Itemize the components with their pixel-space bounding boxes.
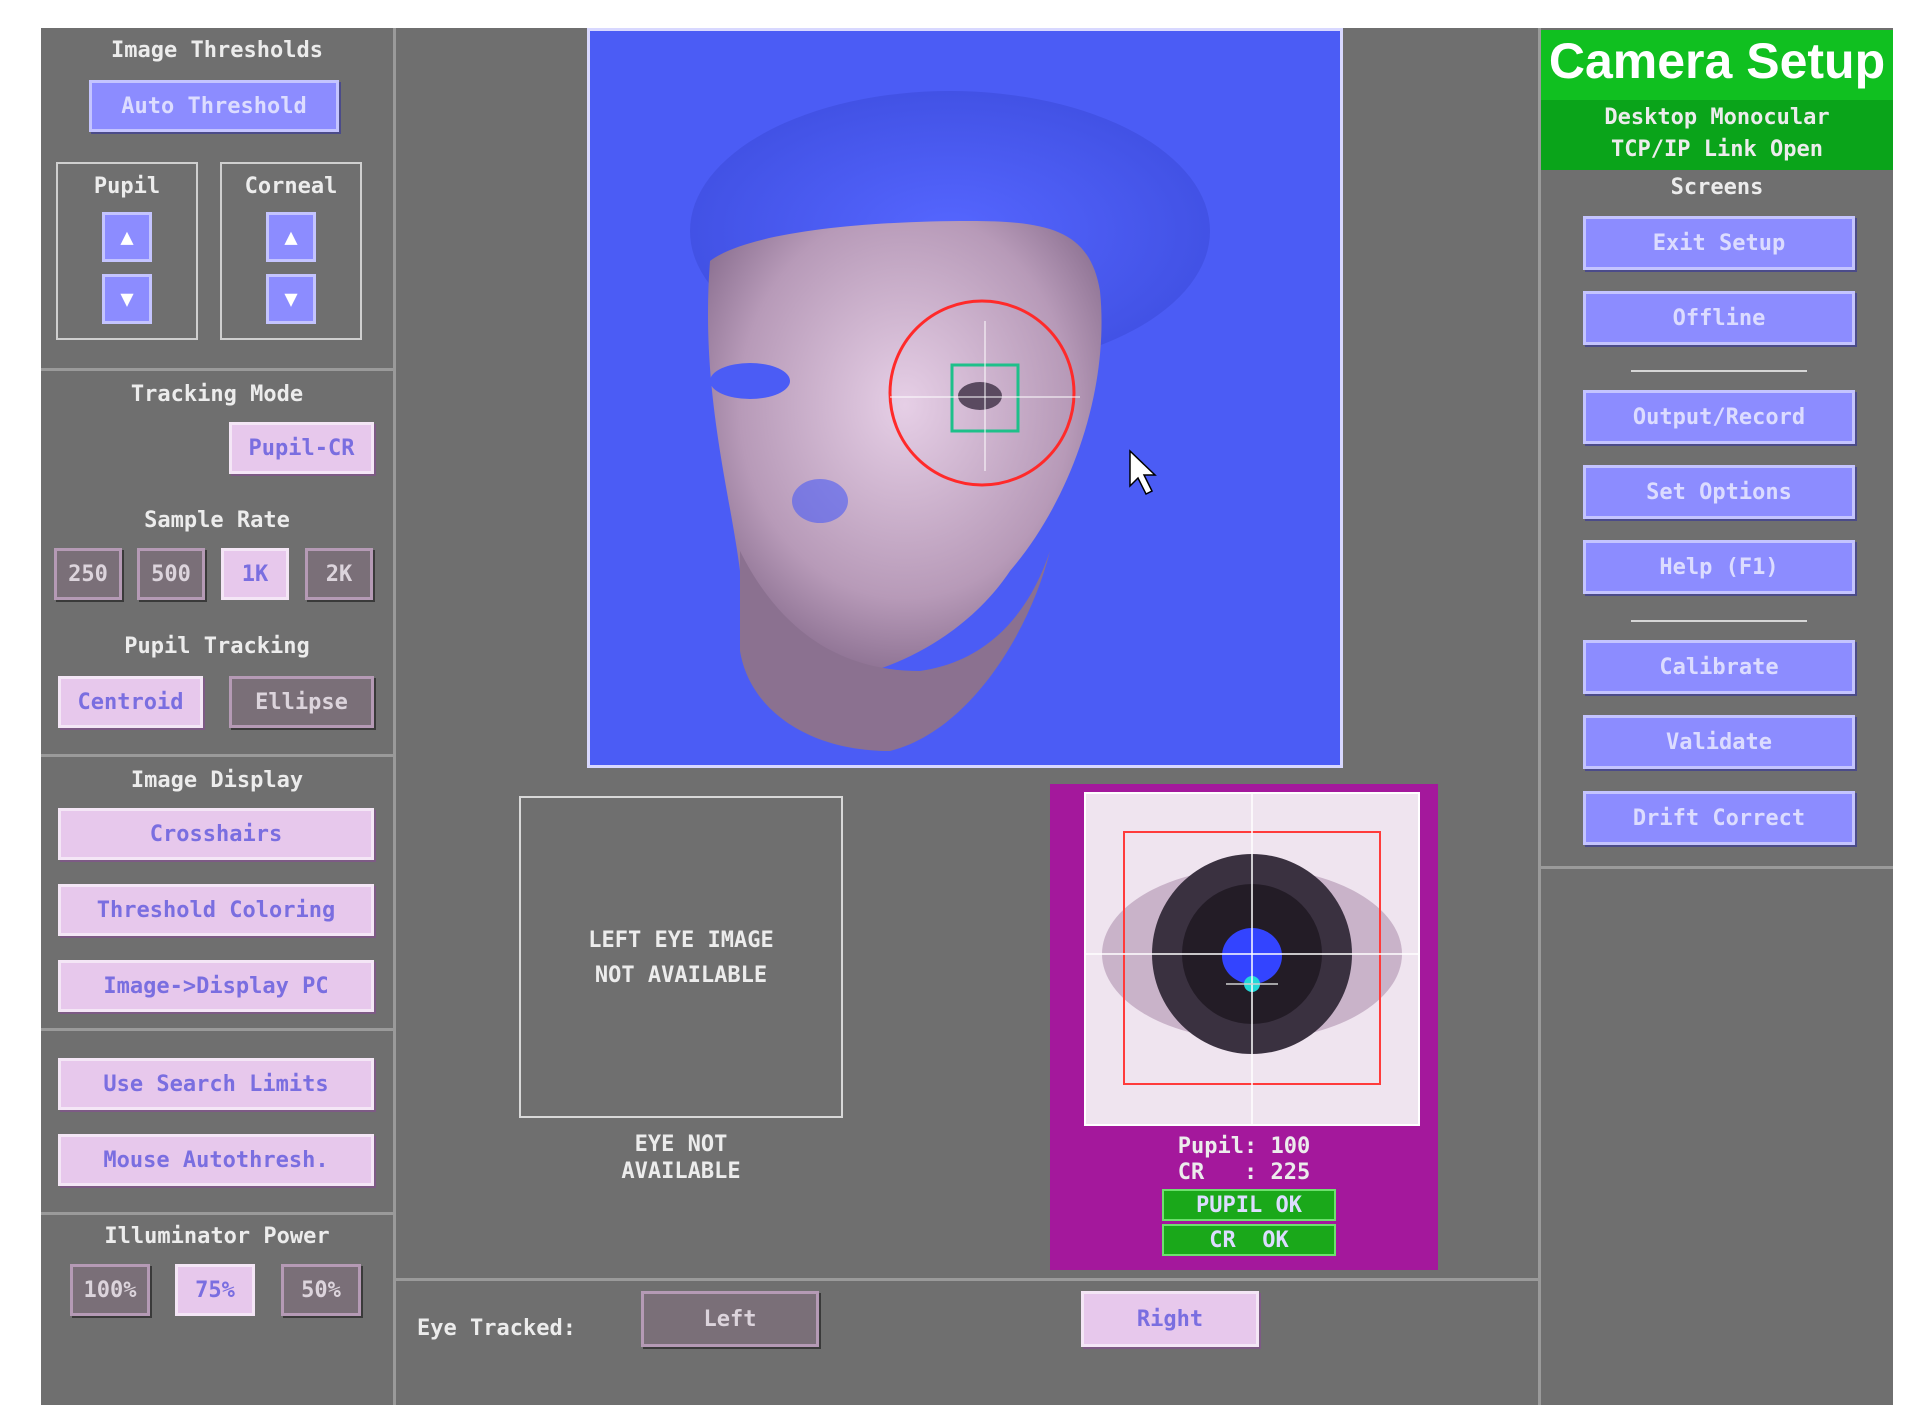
left-separator-1 — [41, 368, 393, 371]
arrow-up-icon: ▲ — [284, 224, 298, 250]
sample-rate-1k[interactable]: 1K — [221, 548, 289, 600]
screens-separator-2 — [1631, 620, 1807, 622]
tracking-mode-title: Tracking Mode — [130, 382, 304, 407]
camera-setup-header: Camera Setup Desktop Monocular TCP/IP Li… — [1541, 30, 1893, 170]
left-separator-3 — [41, 1028, 393, 1031]
pupil-value: Pupil: 100 — [1177, 1134, 1311, 1159]
pupil-ok-status: PUPIL OK — [1162, 1189, 1336, 1221]
corneal-threshold-label: Corneal — [244, 174, 338, 199]
left-eye-unavailable-line2: NOT AVAILABLE — [594, 963, 768, 988]
illuminator-power-title: Illuminator Power — [104, 1224, 330, 1249]
eye-tracked-label: Eye Tracked: — [417, 1316, 576, 1341]
eye-not-available-line1: EYE NOT — [634, 1132, 728, 1157]
pupil-tracking-title: Pupil Tracking — [124, 634, 310, 659]
pupil-threshold-up-button[interactable]: ▲ — [102, 212, 152, 262]
left-eye-image-box: LEFT EYE IMAGE NOT AVAILABLE — [519, 796, 843, 1118]
set-options-button[interactable]: Set Options — [1583, 465, 1855, 519]
use-search-limits-button[interactable]: Use Search Limits — [58, 1058, 374, 1110]
validate-button[interactable]: Validate — [1583, 715, 1855, 769]
camera-setup-title: Camera Setup — [1548, 33, 1886, 89]
left-separator-2 — [41, 754, 393, 757]
eye-tracked-separator — [393, 1278, 1538, 1281]
arrow-up-icon: ▲ — [120, 224, 134, 250]
subtitle-line1: Desktop Monocular — [1604, 105, 1830, 130]
left-eye-button[interactable]: Left — [641, 1291, 819, 1347]
drift-correct-button[interactable]: Drift Correct — [1583, 791, 1855, 845]
crosshairs-button[interactable]: Crosshairs — [58, 808, 374, 860]
left-panel-divider — [393, 28, 396, 1405]
exit-setup-button[interactable]: Exit Setup — [1583, 216, 1855, 270]
mouse-autothresh-button[interactable]: Mouse Autothresh. — [58, 1134, 374, 1186]
sample-rate-250[interactable]: 250 — [54, 548, 122, 600]
mouse-pointer-icon — [1129, 449, 1157, 496]
right-eye-button[interactable]: Right — [1081, 1291, 1259, 1347]
face-image — [690, 91, 1210, 751]
threshold-coloring-button[interactable]: Threshold Coloring — [58, 884, 374, 936]
image-display-title: Image Display — [130, 768, 304, 793]
calibrate-button[interactable]: Calibrate — [1583, 640, 1855, 694]
help-button[interactable]: Help (F1) — [1583, 540, 1855, 594]
camera-setup-window: Image Thresholds Auto Threshold Pupil ▲ … — [41, 28, 1893, 1405]
ellipse-button[interactable]: Ellipse — [229, 676, 374, 728]
left-panel: Image Thresholds Auto Threshold Pupil ▲ … — [41, 28, 393, 1405]
cr-ok-status: CR OK — [1162, 1224, 1336, 1256]
illuminator-50-button[interactable]: 50% — [281, 1264, 361, 1316]
corneal-threshold-down-button[interactable]: ▼ — [266, 274, 316, 324]
image-thresholds-title: Image Thresholds — [111, 38, 323, 63]
right-panel-separator — [1541, 866, 1893, 869]
sample-rate-500[interactable]: 500 — [137, 548, 205, 600]
sample-rate-2k[interactable]: 2K — [305, 548, 373, 600]
corneal-threshold-up-button[interactable]: ▲ — [266, 212, 316, 262]
centroid-button[interactable]: Centroid — [58, 676, 203, 728]
illuminator-75-button[interactable]: 75% — [175, 1264, 255, 1316]
tracking-mode-button[interactable]: Pupil-CR — [229, 422, 374, 474]
right-eye-image[interactable] — [1084, 792, 1420, 1126]
illuminator-100-button[interactable]: 100% — [70, 1264, 150, 1316]
camera-setup-subtitle: Desktop Monocular TCP/IP Link Open — [1541, 100, 1893, 170]
pupil-threshold-down-button[interactable]: ▼ — [102, 274, 152, 324]
arrow-down-icon: ▼ — [284, 286, 298, 312]
offline-button[interactable]: Offline — [1583, 291, 1855, 345]
right-eye-panel: Pupil: 100 CR : 225 PUPIL OK CR OK — [1050, 784, 1438, 1270]
output-record-button[interactable]: Output/Record — [1583, 390, 1855, 444]
arrow-down-icon: ▼ — [120, 286, 134, 312]
subtitle-line2: TCP/IP Link Open — [1611, 137, 1823, 162]
left-eye-unavailable-line1: LEFT EYE IMAGE — [588, 928, 774, 953]
left-separator-4 — [41, 1212, 393, 1215]
image-display-pc-button[interactable]: Image->Display PC — [58, 960, 374, 1012]
screens-title: Screens — [1670, 175, 1764, 200]
sample-rate-title: Sample Rate — [144, 508, 290, 533]
camera-image[interactable] — [587, 28, 1343, 768]
pupil-threshold-label: Pupil — [93, 174, 161, 199]
auto-threshold-button[interactable]: Auto Threshold — [89, 80, 339, 132]
cr-value: CR : 225 — [1177, 1160, 1311, 1185]
eye-not-available-line2: AVAILABLE — [621, 1159, 741, 1184]
screens-separator-1 — [1631, 370, 1807, 372]
right-panel: Camera Setup Desktop Monocular TCP/IP Li… — [1541, 28, 1893, 1405]
